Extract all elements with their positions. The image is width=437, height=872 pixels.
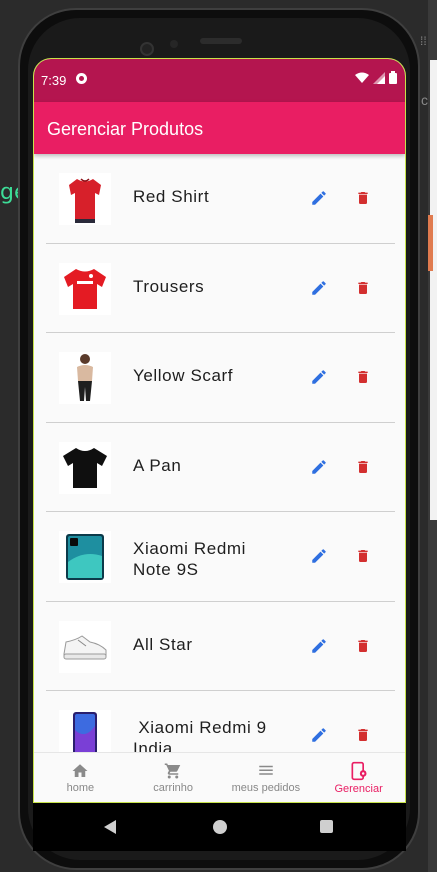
list-item: A Pan [46,423,395,512]
product-thumbnail [59,262,111,315]
camera-icon [140,42,154,56]
red-shirt-icon [69,178,101,223]
product-name: A Pan [133,455,182,475]
battery-icon [389,71,397,84]
edit-button[interactable] [304,720,334,750]
product-thumbnail [59,173,111,225]
pencil-icon [312,549,326,563]
delete-button[interactable] [348,183,378,213]
list-item: Trousers [46,244,395,333]
delete-button[interactable] [348,362,378,392]
edit-button[interactable] [304,452,334,482]
nav-manage[interactable]: Gerenciar [312,753,405,802]
sensor-icon [170,40,178,48]
app-bar: Gerenciar Produtos [34,102,405,154]
list-item: All Star [46,602,395,691]
woman-beige-icon [77,354,93,401]
product-thumbnail [59,620,111,673]
product-name: All Star [133,634,193,654]
cart-icon [164,763,181,778]
white-sneaker-icon [63,634,107,659]
edit-button[interactable] [304,362,334,392]
delete-button[interactable] [348,273,378,303]
product-thumbnail [59,352,111,404]
edit-button[interactable] [304,273,334,303]
product-name: Red Shirt [133,187,210,206]
background-glyph: c [421,92,428,108]
status-bar: 7:39 [34,59,405,102]
nav-manage-label: Gerenciar [334,782,383,795]
edit-button[interactable] [304,183,334,213]
background-panel [428,0,437,872]
red-jersey-icon [64,268,106,309]
phone-teal-icon [66,534,104,580]
manage-icon [351,761,367,780]
notification-icon [76,73,87,84]
list-item: Red Shirt [46,154,395,244]
delete-button[interactable] [348,541,378,571]
trash-icon [358,192,368,204]
nav-cart-label: carrinho [153,781,193,794]
app-screen: 7:39 Gerenciar Produtos Red Shirt Trouse… [33,58,406,803]
nav-orders[interactable]: meus pedidos [220,753,313,802]
signal-icon [373,71,385,84]
list-icon [259,765,273,775]
trash-icon [358,371,368,383]
product-name: Yellow Scarf [133,366,234,385]
delete-button[interactable] [348,720,378,750]
trash-icon [358,460,368,473]
bottom-navigation: home carrinho meus pedidos Gerenciar [34,752,405,802]
status-time: 7:39 [41,73,67,88]
product-thumbnail [59,531,111,583]
home-icon [72,763,88,777]
delete-button[interactable] [348,631,378,661]
list-item: Yellow Scarf [46,333,395,423]
edit-button[interactable] [304,541,334,571]
pencil-icon [312,459,326,474]
nav-orders-label: meus pedidos [231,781,301,794]
page-title: Gerenciar Produtos [47,119,204,139]
pencil-icon [312,191,326,205]
product-name: Trousers [133,276,205,296]
system-navigation-bar [33,803,406,851]
desktop-background: ge ⁞⁞ c 7:39 Gerenciar Produtos Red Shir… [0,0,437,872]
black-tshirt-icon [63,447,107,488]
recents-button[interactable] [320,820,333,833]
edit-button[interactable] [304,631,334,661]
speaker-grille [200,38,242,44]
trash-icon [358,550,368,562]
list-item: Xiaomi Redmi Note 9S [46,512,395,602]
trash-icon [358,281,368,294]
pencil-icon [312,370,326,384]
pencil-icon [312,638,326,653]
back-icon[interactable] [103,820,117,834]
product-thumbnail [59,441,111,494]
delete-button[interactable] [348,452,378,482]
wifi-icon [355,72,369,83]
pencil-icon [312,728,326,742]
nav-home-label: home [66,781,95,794]
nav-cart[interactable]: carrinho [127,753,220,802]
trash-icon [358,639,368,652]
nav-home[interactable]: home [34,753,127,802]
product-list: Red Shirt Trousers Yellow Scarf A Pan Xi… [46,154,395,781]
home-circle-button[interactable] [213,820,227,834]
trash-icon [358,729,368,741]
pencil-icon [312,280,326,295]
grid-icon: ⁞⁞ [420,34,427,48]
product-name: Xiaomi Redmi Note 9S [133,539,247,579]
